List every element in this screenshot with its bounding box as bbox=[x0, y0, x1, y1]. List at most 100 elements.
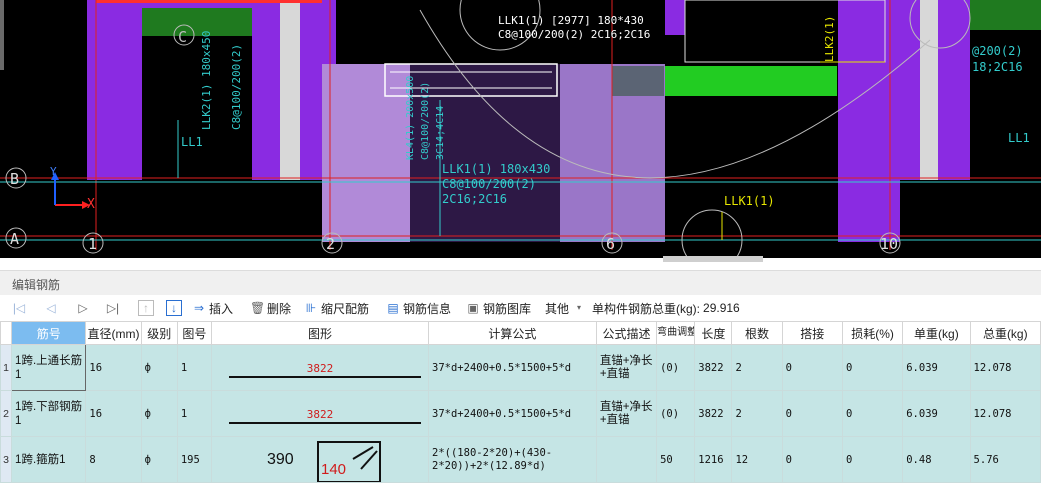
cell-unit-weight[interactable]: 6.039 bbox=[902, 390, 971, 437]
total-weight-label: 单构件钢筋总重(kg): bbox=[592, 301, 701, 316]
insert-button[interactable]: ⇒ 插入 bbox=[192, 300, 233, 316]
cell-diameter[interactable]: 16 bbox=[85, 344, 142, 391]
green-beam-mid bbox=[665, 66, 837, 96]
table-row[interactable]: 3 1跨.箍筋1 8 ф 195 390 140 2*((180-2*20)+(… bbox=[0, 436, 1041, 483]
ruler-icon: ⊪ bbox=[305, 301, 317, 315]
info-icon: ▤ bbox=[387, 301, 399, 315]
header-count[interactable]: 根数 bbox=[731, 321, 783, 345]
header-diameter[interactable]: 直径(mm) bbox=[85, 321, 142, 345]
header-lap[interactable]: 搭接 bbox=[781, 321, 843, 345]
table-row[interactable]: 1 1跨.上通长筋1 16 ф 1 3822 37*d+2400+0.5*150… bbox=[0, 344, 1041, 391]
column-top-mid bbox=[665, 0, 685, 35]
header-shape[interactable]: 图形 bbox=[210, 321, 430, 345]
cell-bend[interactable]: (0) bbox=[656, 344, 696, 391]
last-icon: ▷| bbox=[106, 301, 120, 315]
cad-canvas[interactable]: B A C 1 2 6 10 X Y LLK1(1) [2977] 180*43… bbox=[0, 0, 1041, 258]
rebar-library-button[interactable]: ▣ 钢筋图库 bbox=[466, 300, 531, 316]
move-down-icon: ↓ bbox=[166, 300, 182, 316]
trash-icon: 🗑 bbox=[250, 301, 266, 315]
header-loss[interactable]: 损耗(%) bbox=[841, 321, 904, 345]
scale-rebar-button[interactable]: ⊪ 缩尺配筋 bbox=[304, 300, 369, 316]
header-length[interactable]: 长度 bbox=[694, 321, 733, 345]
chevron-down-icon: ▾ bbox=[577, 303, 582, 312]
cell-unit-weight[interactable]: 6.039 bbox=[902, 344, 971, 391]
axis-label-b: B bbox=[10, 170, 20, 188]
cell-total-weight[interactable]: 12.078 bbox=[969, 344, 1041, 391]
cell-shape[interactable]: 3822 bbox=[210, 390, 430, 437]
stirrup-hook-icon bbox=[352, 445, 378, 470]
column-6 bbox=[838, 0, 900, 242]
cell-figure-no[interactable]: 1 bbox=[176, 390, 212, 437]
cell-count[interactable]: 12 bbox=[731, 436, 783, 483]
header-bend[interactable]: 弯曲调整 bbox=[656, 321, 696, 345]
stirrup-box: 140 bbox=[316, 440, 381, 482]
cell-formula[interactable]: 2*((180-2*20)+(430-2*20))+2*(12.89*d) bbox=[428, 436, 597, 483]
axis-label-6: 6 bbox=[606, 235, 616, 253]
table-row[interactable]: 2 1跨.下部钢筋1 16 ф 1 3822 37*d+2400+0.5*150… bbox=[0, 390, 1041, 437]
header-unit-weight[interactable]: 单重(kg) bbox=[902, 321, 971, 345]
cell-formula[interactable]: 37*d+2400+0.5*1500+5*d bbox=[428, 344, 597, 391]
cell-description[interactable]: 直锚+净长+直锚 bbox=[595, 344, 658, 391]
cell-loss[interactable]: 0 bbox=[841, 344, 904, 391]
move-down-button[interactable]: ↓ bbox=[166, 300, 182, 316]
cell-count[interactable]: 2 bbox=[731, 344, 783, 391]
ll1-label-left: LL1 bbox=[181, 135, 203, 149]
cell-loss[interactable]: 0 bbox=[841, 390, 904, 437]
cell-length[interactable]: 3822 bbox=[694, 344, 733, 391]
cell-length[interactable]: 3822 bbox=[694, 390, 733, 437]
last-record-button[interactable]: ▷| bbox=[106, 300, 120, 316]
cell-loss[interactable]: 0 bbox=[841, 436, 904, 483]
cell-diameter[interactable]: 8 bbox=[85, 436, 142, 483]
total-weight-value: 29.916 bbox=[703, 301, 740, 315]
header-figure-no[interactable]: 图号 bbox=[176, 321, 212, 345]
cell-grade[interactable]: ф bbox=[140, 436, 178, 483]
total-weight: 单构件钢筋总重(kg): 29.916 bbox=[592, 300, 740, 316]
splitter-grip[interactable] bbox=[663, 256, 763, 262]
header-bar-no[interactable]: 筋号 bbox=[11, 321, 87, 345]
green-beam-top-right bbox=[970, 0, 1041, 30]
cell-figure-no[interactable]: 195 bbox=[176, 436, 212, 483]
move-up-button[interactable]: ↑ bbox=[138, 300, 154, 316]
cell-bend[interactable]: (0) bbox=[656, 390, 696, 437]
red-edge bbox=[96, 0, 322, 3]
cell-description[interactable]: 直锚+净长+直锚 bbox=[595, 390, 658, 437]
cell-bar-name[interactable]: 1跨.箍筋1 bbox=[11, 436, 87, 483]
cell-count[interactable]: 2 bbox=[731, 390, 783, 437]
cell-grade[interactable]: ф bbox=[140, 344, 178, 391]
prev-record-button[interactable]: ◁ bbox=[44, 300, 58, 316]
rebar-table: 筋号 直径(mm) 级别 图号 图形 计算公式 公式描述 弯曲调整 长度 根数 … bbox=[0, 321, 1041, 483]
cell-grade[interactable]: ф bbox=[140, 390, 178, 437]
first-record-button[interactable]: |◁ bbox=[12, 300, 26, 316]
delete-button[interactable]: 🗑 删除 bbox=[250, 300, 291, 316]
first-icon: |◁ bbox=[12, 301, 26, 315]
cell-shape[interactable]: 3822 bbox=[210, 344, 430, 391]
bar-line bbox=[228, 421, 422, 424]
header-description[interactable]: 公式描述 bbox=[595, 321, 658, 345]
cell-shape[interactable]: 390 140 bbox=[210, 436, 430, 483]
scale-rebar-label: 缩尺配筋 bbox=[321, 301, 370, 316]
axis-label-c: C bbox=[178, 28, 188, 46]
cell-lap[interactable]: 0 bbox=[781, 344, 843, 391]
cell-total-weight[interactable]: 12.078 bbox=[969, 390, 1041, 437]
cell-bar-name[interactable]: 1跨.下部钢筋1 bbox=[11, 390, 87, 437]
header-total-weight[interactable]: 总重(kg) bbox=[969, 321, 1041, 345]
cell-bar-name[interactable]: 1跨.上通长筋1 bbox=[11, 344, 87, 391]
cell-length[interactable]: 1216 bbox=[694, 436, 733, 483]
cell-figure-no[interactable]: 1 bbox=[176, 344, 212, 391]
next-record-button[interactable]: ▷ bbox=[76, 300, 90, 316]
cell-diameter[interactable]: 16 bbox=[85, 390, 142, 437]
column-3 bbox=[322, 64, 410, 242]
arc-2 bbox=[681, 209, 743, 258]
cell-unit-weight[interactable]: 0.48 bbox=[902, 436, 971, 483]
other-menu-button[interactable]: 其他 ▾ bbox=[545, 300, 586, 316]
header-grade[interactable]: 级别 bbox=[140, 321, 178, 345]
header-formula[interactable]: 计算公式 bbox=[428, 321, 597, 345]
rebar-info-button[interactable]: ▤ 钢筋信息 bbox=[386, 300, 451, 316]
delete-label: 删除 bbox=[267, 301, 292, 316]
cell-lap[interactable]: 0 bbox=[781, 390, 843, 437]
cell-lap[interactable]: 0 bbox=[781, 436, 843, 483]
cell-description[interactable] bbox=[595, 436, 658, 483]
cell-bend[interactable]: 50 bbox=[656, 436, 696, 483]
cell-formula[interactable]: 37*d+2400+0.5*1500+5*d bbox=[428, 390, 597, 437]
cell-total-weight[interactable]: 5.76 bbox=[969, 436, 1041, 483]
